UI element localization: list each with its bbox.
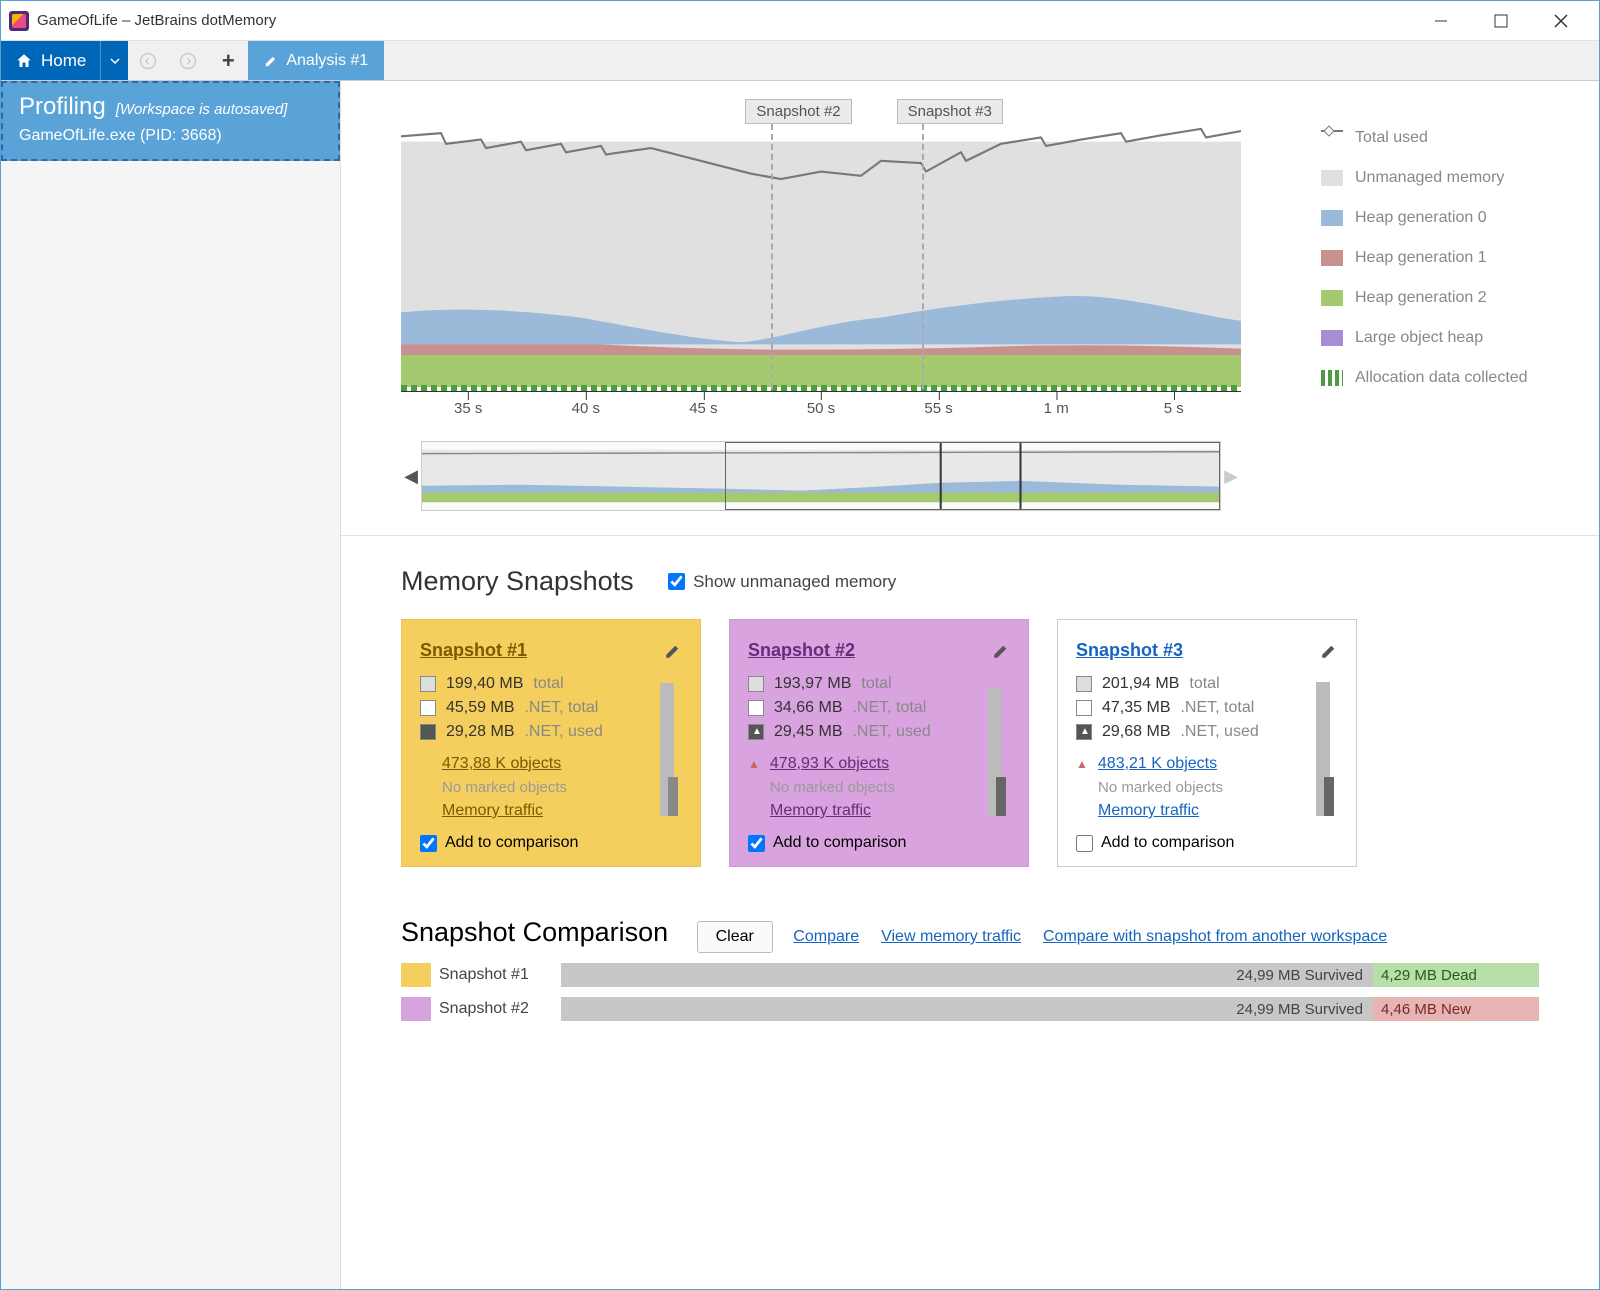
clear-button[interactable]: Clear (697, 921, 773, 953)
profiling-heading: Profiling (19, 93, 106, 121)
home-button[interactable]: Home (1, 41, 100, 80)
snapshot-bar-vis (660, 660, 686, 816)
objects-link[interactable]: 483,21 K objects (1098, 755, 1217, 773)
add-to-comparison[interactable]: Add to comparison (748, 834, 1010, 852)
comparison-section: Snapshot Comparison Clear Compare View m… (341, 897, 1599, 1041)
title-bar: GameOfLife – JetBrains dotMemory (1, 1, 1599, 41)
tick: 35 s (454, 400, 482, 417)
legend-unmanaged: Unmanaged memory (1355, 169, 1504, 187)
marked-objects: No marked objects (442, 779, 682, 796)
close-button[interactable] (1531, 1, 1591, 41)
tick: 5 s (1164, 400, 1184, 417)
snapshot-title[interactable]: Snapshot #2 (748, 640, 855, 661)
comparison-tag: 4,46 MB New (1373, 997, 1539, 1021)
pencil-icon[interactable] (992, 642, 1010, 660)
window-title: GameOfLife – JetBrains dotMemory (37, 12, 1411, 29)
sidebar: Profiling [Workspace is autosaved] GameO… (1, 81, 341, 1289)
app-icon (9, 11, 29, 31)
snapshot-cards: Snapshot #1 199,40 MBtotal 45,59 MB.NET,… (401, 619, 1539, 867)
minimap-selection[interactable] (725, 442, 1220, 510)
profiling-session-box[interactable]: Profiling [Workspace is autosaved] GameO… (1, 81, 340, 161)
memory-timeline-chart[interactable]: Snapshot #2 Snapshot #3 35 s 40 s 45 s 5… (401, 99, 1241, 419)
snapshots-heading: Memory Snapshots (401, 566, 634, 597)
chart-legend: Total used Unmanaged memory Heap generat… (1321, 129, 1528, 409)
snapshot-line-2 (771, 124, 773, 389)
comparison-swatch (401, 997, 431, 1021)
objects-link[interactable]: 478,93 K objects (770, 755, 889, 773)
timeline-minimap[interactable]: ◀ ▶ (401, 437, 1241, 515)
snapshot-card-1[interactable]: Snapshot #1 199,40 MBtotal 45,59 MB.NET,… (401, 619, 701, 867)
comparison-name: Snapshot #2 (431, 1000, 561, 1018)
show-unmanaged-input[interactable] (668, 573, 685, 590)
compare-other-workspace-link[interactable]: Compare with snapshot from another works… (1043, 928, 1387, 946)
comparison-bar: 24,99 MB Survived (561, 963, 1373, 987)
comparison-row: Snapshot #1 24,99 MB Survived 4,29 MB De… (401, 963, 1539, 987)
view-traffic-link[interactable]: View memory traffic (881, 928, 1021, 946)
minimap-scroll-left[interactable]: ◀ (401, 466, 421, 487)
legend-loh: Large object heap (1355, 329, 1483, 347)
marked-objects: No marked objects (770, 779, 1010, 796)
memory-traffic-link[interactable]: Memory traffic (770, 802, 871, 820)
comparison-heading: Snapshot Comparison (401, 917, 668, 948)
memory-traffic-link[interactable]: Memory traffic (442, 802, 543, 820)
profiling-process: GameOfLife.exe (PID: 3668) (19, 127, 322, 145)
legend-gen1: Heap generation 1 (1355, 249, 1487, 267)
compare-link[interactable]: Compare (793, 928, 859, 946)
legend-gen2: Heap generation 2 (1355, 289, 1487, 307)
tick: 55 s (924, 400, 952, 417)
chevron-down-icon (110, 56, 120, 66)
nav-back-button[interactable] (128, 41, 168, 80)
comparison-name: Snapshot #1 (431, 966, 561, 984)
minimap-scroll-right[interactable]: ▶ (1221, 466, 1241, 487)
snapshot-title[interactable]: Snapshot #3 (1076, 640, 1183, 661)
timeline-chart-wrap: Snapshot #2 Snapshot #3 35 s 40 s 45 s 5… (401, 99, 1599, 419)
profiling-autosave-note: [Workspace is autosaved] (116, 101, 288, 118)
comparison-row: Snapshot #2 24,99 MB Survived 4,46 MB Ne… (401, 997, 1539, 1021)
home-dropdown[interactable] (100, 41, 128, 80)
tick: 45 s (689, 400, 717, 417)
snapshot-card-2[interactable]: Snapshot #2 193,97 MBtotal 34,66 MB.NET,… (729, 619, 1029, 867)
nav-forward-button[interactable] (168, 41, 208, 80)
add-to-comparison[interactable]: Add to comparison (1076, 834, 1338, 852)
new-tab-button[interactable]: + (208, 41, 248, 80)
tick: 40 s (572, 400, 600, 417)
comparison-tag: 4,29 MB Dead (1373, 963, 1539, 987)
marked-objects: No marked objects (1098, 779, 1338, 796)
snapshots-section: Memory Snapshots Show unmanaged memory S… (341, 535, 1599, 897)
minimize-button[interactable] (1411, 1, 1471, 41)
show-unmanaged-label: Show unmanaged memory (693, 572, 896, 592)
pencil-icon[interactable] (664, 642, 682, 660)
tick: 50 s (807, 400, 835, 417)
add-to-comparison[interactable]: Add to comparison (420, 834, 682, 852)
legend-total-used: Total used (1355, 129, 1428, 147)
legend-alloc: Allocation data collected (1355, 369, 1528, 387)
snapshot-marker-3[interactable]: Snapshot #3 (897, 99, 1003, 124)
snapshot-card-3[interactable]: Snapshot #3 201,94 MBtotal 47,35 MB.NET,… (1057, 619, 1357, 867)
timeline-axis: 35 s 40 s 45 s 50 s 55 s 1 m 5 s (401, 391, 1241, 419)
tick: 1 m (1044, 400, 1069, 417)
minimap-view[interactable] (421, 441, 1221, 511)
show-unmanaged-checkbox[interactable]: Show unmanaged memory (668, 572, 896, 592)
snapshot-title[interactable]: Snapshot #1 (420, 640, 527, 661)
toolbar: Home + Analysis #1 (1, 41, 1599, 81)
home-icon (15, 52, 33, 70)
tab-analysis-1[interactable]: Analysis #1 (248, 41, 384, 80)
snapshot-bar-vis (1316, 660, 1342, 816)
pencil-icon[interactable] (1320, 642, 1338, 660)
snapshot-marker-2[interactable]: Snapshot #2 (745, 99, 851, 124)
home-label: Home (41, 51, 86, 71)
legend-gen0: Heap generation 0 (1355, 209, 1487, 227)
snapshot-bar-vis (988, 660, 1014, 816)
objects-link[interactable]: 473,88 K objects (442, 755, 561, 773)
snapshot-line-3 (922, 124, 924, 389)
pencil-icon (264, 54, 278, 68)
maximize-button[interactable] (1471, 1, 1531, 41)
main-content: Snapshot #2 Snapshot #3 35 s 40 s 45 s 5… (341, 81, 1599, 1289)
tab-label: Analysis #1 (286, 52, 368, 70)
memory-traffic-link[interactable]: Memory traffic (1098, 802, 1199, 820)
comparison-bar: 24,99 MB Survived (561, 997, 1373, 1021)
comparison-swatch (401, 963, 431, 987)
